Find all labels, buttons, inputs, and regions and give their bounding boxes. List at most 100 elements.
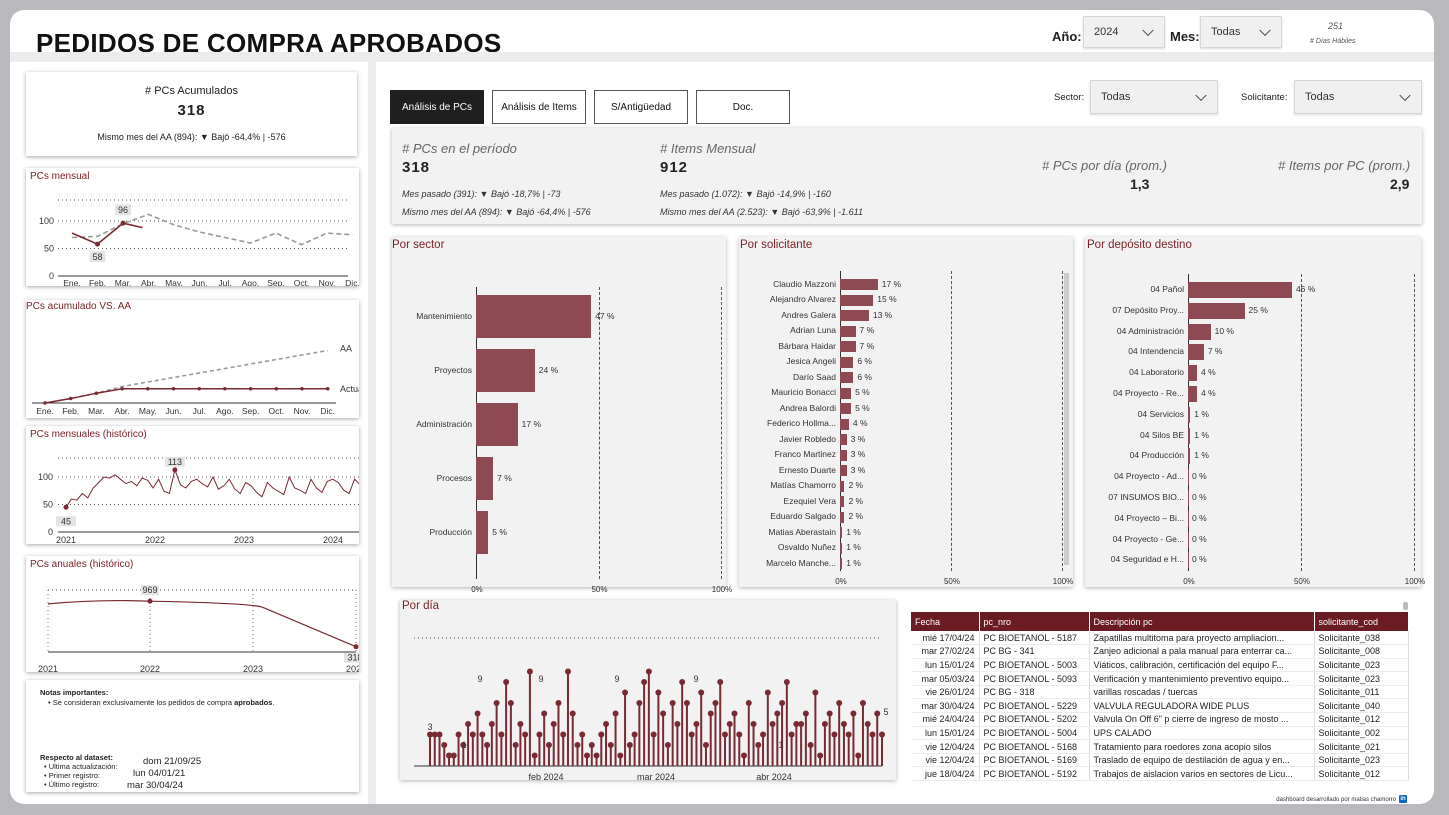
table-row[interactable]: vie 12/04/24 PC BIOETANOL - 5169 Traslado …	[911, 753, 1409, 768]
x-tick-label: Dic.	[320, 406, 335, 416]
table-row[interactable]: vie 26/01/24 PC BG - 318 varillas roscadas…	[911, 685, 1409, 700]
table-row[interactable]: vie 12/04/24 PC BIOETANOL - 5168 Tratamien…	[911, 739, 1409, 754]
x-tick-label: Nov.	[319, 278, 336, 286]
tab-doc[interactable]: Doc.	[696, 90, 790, 124]
data-point	[274, 386, 279, 391]
series-label: Actual	[340, 384, 359, 394]
day-point	[536, 731, 543, 738]
day-point	[564, 668, 571, 675]
cell-descripcion: Trabajos de aislacion varios en sectores…	[1089, 766, 1315, 782]
annual-history-svg: 2021 2022 2023 2024 969 318	[38, 585, 359, 672]
value-label: 4 %	[1201, 388, 1216, 398]
day-point	[821, 721, 828, 727]
kpi-items-label: # Items Mensual	[660, 141, 756, 156]
cell-pc-nro: PC BIOETANOL - 5229	[979, 698, 1090, 714]
data-point	[300, 386, 304, 391]
value-label: 2 %	[848, 495, 864, 506]
bar	[840, 387, 852, 399]
x-tick-label: Dic.	[345, 278, 359, 286]
y-tick-label: 0	[48, 527, 53, 537]
y-tick-label: 50	[44, 244, 54, 254]
day-point	[802, 710, 809, 717]
cell-pc-nro: PC BIOETANOL - 5187	[979, 631, 1090, 646]
table-row[interactable]: lun 15/01/24 PC BIOETANOL - 5004 UPS CALAD…	[911, 726, 1409, 741]
table-row[interactable]: mié 24/04/24 PC BIOETANOL - 5202 Valvula O…	[911, 712, 1409, 727]
tab-items-analysis[interactable]: Análisis de Items	[492, 90, 586, 124]
table-row[interactable]: mar 30/04/24 PC BIOETANOL - 5229 VALVULA R…	[911, 698, 1409, 714]
category-label: Adrian Luna	[790, 325, 836, 335]
year-label: Año:	[1052, 29, 1082, 44]
table-row[interactable]: jue 18/04/24 PC BIOETANOL - 5192 Trabajos …	[911, 766, 1409, 782]
category-label: 04 Proyecto - Ad...	[1114, 471, 1184, 482]
x-tick-label: Nov.	[294, 406, 311, 416]
x-tick-label: 100%	[711, 585, 733, 594]
year-dropdown[interactable]: 2024	[1083, 16, 1165, 48]
grid-line	[1414, 274, 1415, 571]
day-point	[764, 689, 771, 696]
monthly-history-chart: PCs mensuales (histórico) 0 50 100 113 45 202…	[26, 426, 359, 544]
day-point	[736, 731, 743, 738]
grid-line	[1301, 274, 1302, 571]
solicitante-dropdown[interactable]: Todas	[1294, 80, 1422, 114]
table-row[interactable]: mié 17/04/24 PC BIOETANOL - 5187 Zapatilla…	[911, 631, 1409, 646]
table-scrollbar[interactable]	[1403, 602, 1408, 610]
x-tick-label: Feb.	[89, 278, 106, 286]
category-label: Matias Aberastain	[768, 526, 836, 537]
day-point	[741, 752, 748, 759]
day-point	[488, 721, 495, 727]
x-tick-label: feb 2024	[528, 772, 563, 780]
category-label: 04 Laboratorio	[1129, 367, 1184, 378]
table-row[interactable]: mar 05/03/24 PC BIOETANOL - 5093 Verificac…	[911, 671, 1409, 686]
cell-descripcion: varillas roscadas / tuercas	[1089, 685, 1315, 700]
by-sector-panel: Por sector 0% 50% 100% Mantenimiento 47 % Pro…	[392, 237, 732, 594]
pcs-accumulated-card: # PCs Acumulados 318 Mismo mes del AA (8…	[26, 72, 357, 156]
bar	[1188, 302, 1245, 319]
cell-fecha: mar 30/04/24	[911, 698, 980, 714]
month-dropdown[interactable]: Todas	[1200, 16, 1282, 48]
value-label: 0 %	[1192, 512, 1207, 523]
pcs-accumulated-sub: Mismo mes del AA (894): ▼ Bajó -64,4% | …	[97, 132, 286, 142]
day-point	[836, 700, 843, 706]
day-point	[574, 742, 581, 748]
category-label: Proyectos	[434, 364, 472, 375]
value-label: 7 %	[497, 472, 512, 483]
business-days-label: # Días Hábiles	[1310, 38, 1356, 45]
day-point	[750, 721, 757, 727]
col-header-solicitante[interactable]: solicitante_cod	[1314, 612, 1409, 631]
kpi-perpc-value: 2,9	[1390, 176, 1410, 192]
bar	[476, 457, 494, 500]
cell-solicitante: Solicitante_040	[1314, 698, 1409, 714]
x-tick-label: Ene.	[36, 406, 54, 416]
col-header-pc-nro[interactable]: pc_nro	[979, 612, 1090, 631]
pcs-accumulated-value: 318	[177, 102, 206, 119]
sector-dropdown[interactable]: Todas	[1090, 80, 1218, 114]
day-point	[555, 700, 562, 706]
linkedin-icon[interactable]: in	[1399, 795, 1407, 803]
day-point	[769, 721, 776, 727]
x-tick-label: Feb.	[62, 406, 79, 416]
value-label: 7 %	[1207, 346, 1223, 357]
tab-antiguedad[interactable]: S/Antigüedad	[594, 90, 688, 124]
category-label: 04 Administración	[1116, 325, 1184, 336]
notes-title: Notas importantes:	[40, 688, 109, 697]
table-row[interactable]: mar 27/02/24 PC BG - 341 Zanjeo adicional …	[911, 644, 1409, 659]
tab-pcs-analysis[interactable]: Análisis de PCs	[390, 90, 484, 124]
data-label: 45	[61, 516, 71, 526]
first-record-value: lun 04/01/21	[133, 768, 186, 779]
day-point	[693, 721, 700, 727]
data-point	[68, 396, 73, 401]
table-row[interactable]: lun 15/01/24 PC BIOETANOL - 5003 Viáticos,…	[911, 658, 1409, 673]
grid-line	[951, 271, 952, 571]
notes-card: Notas importantes: • Se consideran exclu…	[26, 680, 359, 792]
col-header-fecha[interactable]: Fecha	[911, 612, 980, 631]
col-header-descripcion[interactable]: Descripción pc	[1089, 612, 1315, 631]
kpi-perday-value: 1,3	[1130, 176, 1150, 192]
chevron-down-icon	[1195, 89, 1207, 102]
x-tick-label: 2021	[56, 535, 76, 544]
cell-pc-nro: PC BIOETANOL - 5202	[979, 712, 1090, 727]
category-label: 07 INSUMOS BIO...	[1108, 492, 1184, 502]
requester-scrollbar[interactable]	[1064, 273, 1069, 565]
category-label: 04 Silos BE	[1140, 429, 1184, 440]
day-point	[631, 731, 638, 738]
day-point	[584, 752, 591, 759]
